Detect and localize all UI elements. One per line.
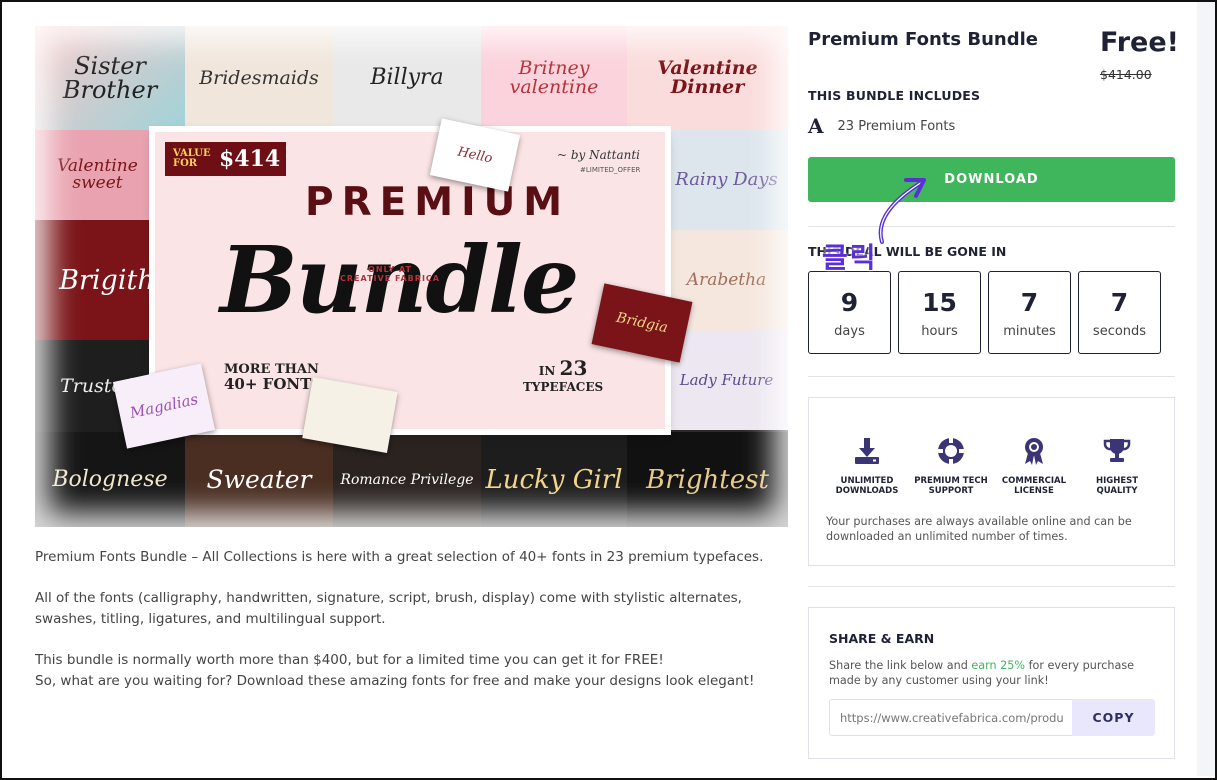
bundle-hero-image: Sister Brother Bridesmaids Billyra Britn… <box>35 26 788 527</box>
referral-link-input[interactable] <box>829 699 1073 736</box>
share-text: Share the link below and earn 25% for ev… <box>829 659 1135 687</box>
feature-premium-tech-support: PREMIUM TECH SUPPORT <box>909 434 993 496</box>
includes-text: 23 Premium Fonts <box>837 118 956 134</box>
feature-highest-quality: HIGHEST QUALITY <box>1075 434 1159 496</box>
feature-commercial-license: COMMERCIAL LICENSE <box>992 434 1076 496</box>
only-at-label: ONLY AT CREATIVE FABRICA <box>340 265 440 283</box>
includes-heading: THIS BUNDLE INCLUDES <box>808 88 981 103</box>
countdown-hours: 15 hours <box>898 271 981 354</box>
share-title: SHARE & EARN <box>829 631 935 646</box>
font-icon: A <box>808 114 824 138</box>
product-description: Premium Fonts Bundle – All Collections i… <box>35 547 795 692</box>
font-tile: Lucky Girl <box>481 432 627 527</box>
share-earn-box: SHARE & EARN Share the link below and ea… <box>808 607 1175 759</box>
font-tile: Brightest <box>627 432 788 527</box>
description-paragraph: Premium Fonts Bundle – All Collections i… <box>35 549 764 565</box>
deal-countdown-heading: THIS DEAL WILL BE GONE IN <box>808 244 1007 259</box>
price: Free! <box>1100 27 1179 58</box>
countdown-minutes: 7 minutes <box>988 271 1071 354</box>
font-tile: Sweater <box>185 432 333 527</box>
font-tile: Rainy Days <box>665 130 788 230</box>
divider <box>808 376 1175 377</box>
divider <box>808 586 1175 587</box>
scrollbar-track[interactable] <box>1197 2 1215 776</box>
font-tile: Lady Future <box>665 330 788 430</box>
designer-byline: ~ by Nattanti <box>557 148 640 162</box>
font-tile: Billyra <box>333 26 481 130</box>
countdown-days: 9 days <box>808 271 891 354</box>
description-paragraph: This bundle is normally worth more than … <box>35 652 755 689</box>
font-tile: Britney valentine <box>481 26 627 130</box>
font-tile: Valentine sweet <box>35 130 160 220</box>
font-tile: Sister Brother <box>35 26 185 130</box>
lifebuoy-icon <box>934 434 968 468</box>
premium-heading: PREMIUM <box>305 180 571 225</box>
download-icon <box>850 434 884 468</box>
trophy-icon <box>1100 434 1134 468</box>
divider <box>808 226 1175 227</box>
award-icon <box>1017 434 1051 468</box>
feature-unlimited-downloads: UNLIMITED DOWNLOADS <box>825 434 909 496</box>
typeface-count: IN 23 TYPEFACES <box>523 356 604 394</box>
features-note: Your purchases are always available onli… <box>826 515 1132 543</box>
countdown-seconds: 7 seconds <box>1078 271 1161 354</box>
original-price: $414.00 <box>1100 67 1152 82</box>
font-tile: Bridesmaids <box>185 26 333 130</box>
byline-tag: #LIMITED_OFFER <box>580 166 641 174</box>
includes-row: A 23 Premium Fonts <box>808 114 1175 138</box>
features-box: UNLIMITED DOWNLOADS PREMIUM TECH SUPPORT <box>808 397 1175 566</box>
value-tag: VALUE FOR $414 <box>165 142 286 176</box>
font-tile: Valentine Dinner <box>627 26 788 130</box>
download-button[interactable]: DOWNLOAD <box>808 157 1175 202</box>
font-tile: Bolognese <box>35 432 185 527</box>
more-than-label: MORE THAN 40+ FONTS <box>224 362 323 393</box>
copy-button[interactable]: COPY <box>1072 699 1155 736</box>
description-paragraph: All of the fonts (calligraphy, handwritt… <box>35 590 742 627</box>
earn-percent: earn 25% <box>971 659 1026 672</box>
